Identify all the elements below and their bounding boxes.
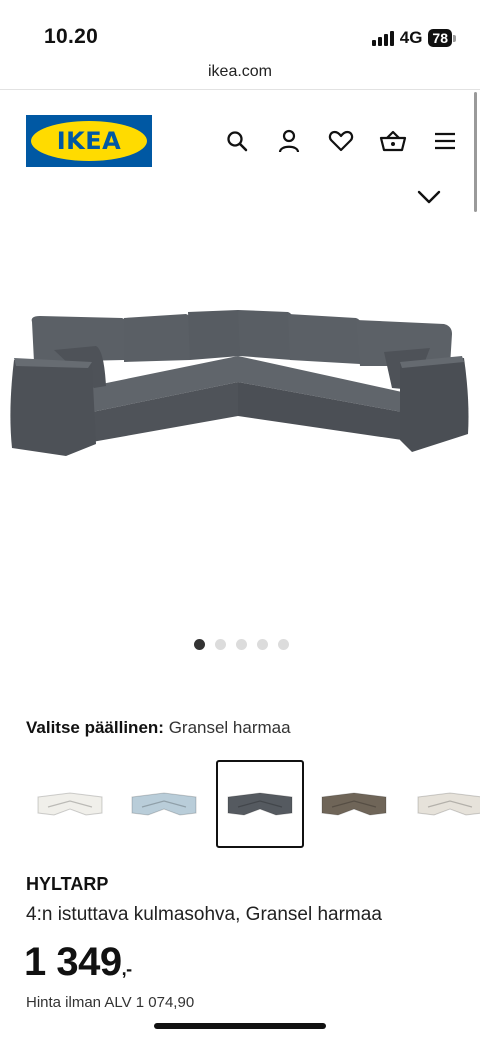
chevron-down-icon[interactable] <box>415 185 443 209</box>
battery-level: 78 <box>428 29 452 47</box>
divider <box>0 89 480 90</box>
status-time: 10.20 <box>44 25 99 48</box>
carousel-dot[interactable] <box>194 639 205 650</box>
search-icon[interactable] <box>220 124 254 158</box>
status-indicators: 4G 78 <box>371 28 456 48</box>
cover-swatch[interactable] <box>216 760 304 848</box>
heart-icon[interactable] <box>324 124 358 158</box>
cover-swatch[interactable] <box>26 760 114 848</box>
cover-label: Valitse päällinen: <box>26 718 164 737</box>
cover-swatch[interactable] <box>120 760 208 848</box>
carousel-dots[interactable] <box>194 639 289 650</box>
logo-text: IKEA <box>56 127 122 155</box>
signal-icon <box>371 30 394 46</box>
product-image[interactable] <box>0 290 480 470</box>
product-description: 4:n istuttava kulmasohva, Gransel harmaa <box>26 904 382 925</box>
cover-selected-value: Gransel harmaa <box>168 718 291 737</box>
cover-swatch[interactable] <box>406 760 480 848</box>
cover-selector-label: Valitse päällinen: Gransel harmaa <box>26 718 291 738</box>
product-name[interactable]: HYLTARP <box>26 874 108 895</box>
price-suffix: ,- <box>121 959 133 979</box>
basket-icon[interactable] <box>376 124 410 158</box>
network-type: 4G <box>399 28 423 47</box>
menu-icon[interactable] <box>428 124 462 158</box>
product-price: 1 349,- <box>24 940 132 985</box>
cover-swatch[interactable] <box>310 760 398 848</box>
header-icons <box>220 124 462 158</box>
carousel-dot[interactable] <box>215 639 226 650</box>
cover-swatches <box>26 760 480 848</box>
carousel-dot[interactable] <box>236 639 247 650</box>
url-bar[interactable]: ikea.com <box>0 60 480 88</box>
ikea-logo[interactable]: IKEA <box>26 115 152 167</box>
scrollbar[interactable] <box>474 92 477 212</box>
price-value: 1 349 <box>24 940 122 984</box>
price-without-vat: Hinta ilman ALV 1 074,90 <box>26 994 195 1011</box>
battery-icon: 78 <box>428 29 456 47</box>
user-icon[interactable] <box>272 124 306 158</box>
status-bar: 10.20 4G 78 <box>0 0 480 60</box>
carousel-dot[interactable] <box>257 639 268 650</box>
home-indicator[interactable] <box>154 1023 326 1029</box>
carousel-dot[interactable] <box>278 639 289 650</box>
